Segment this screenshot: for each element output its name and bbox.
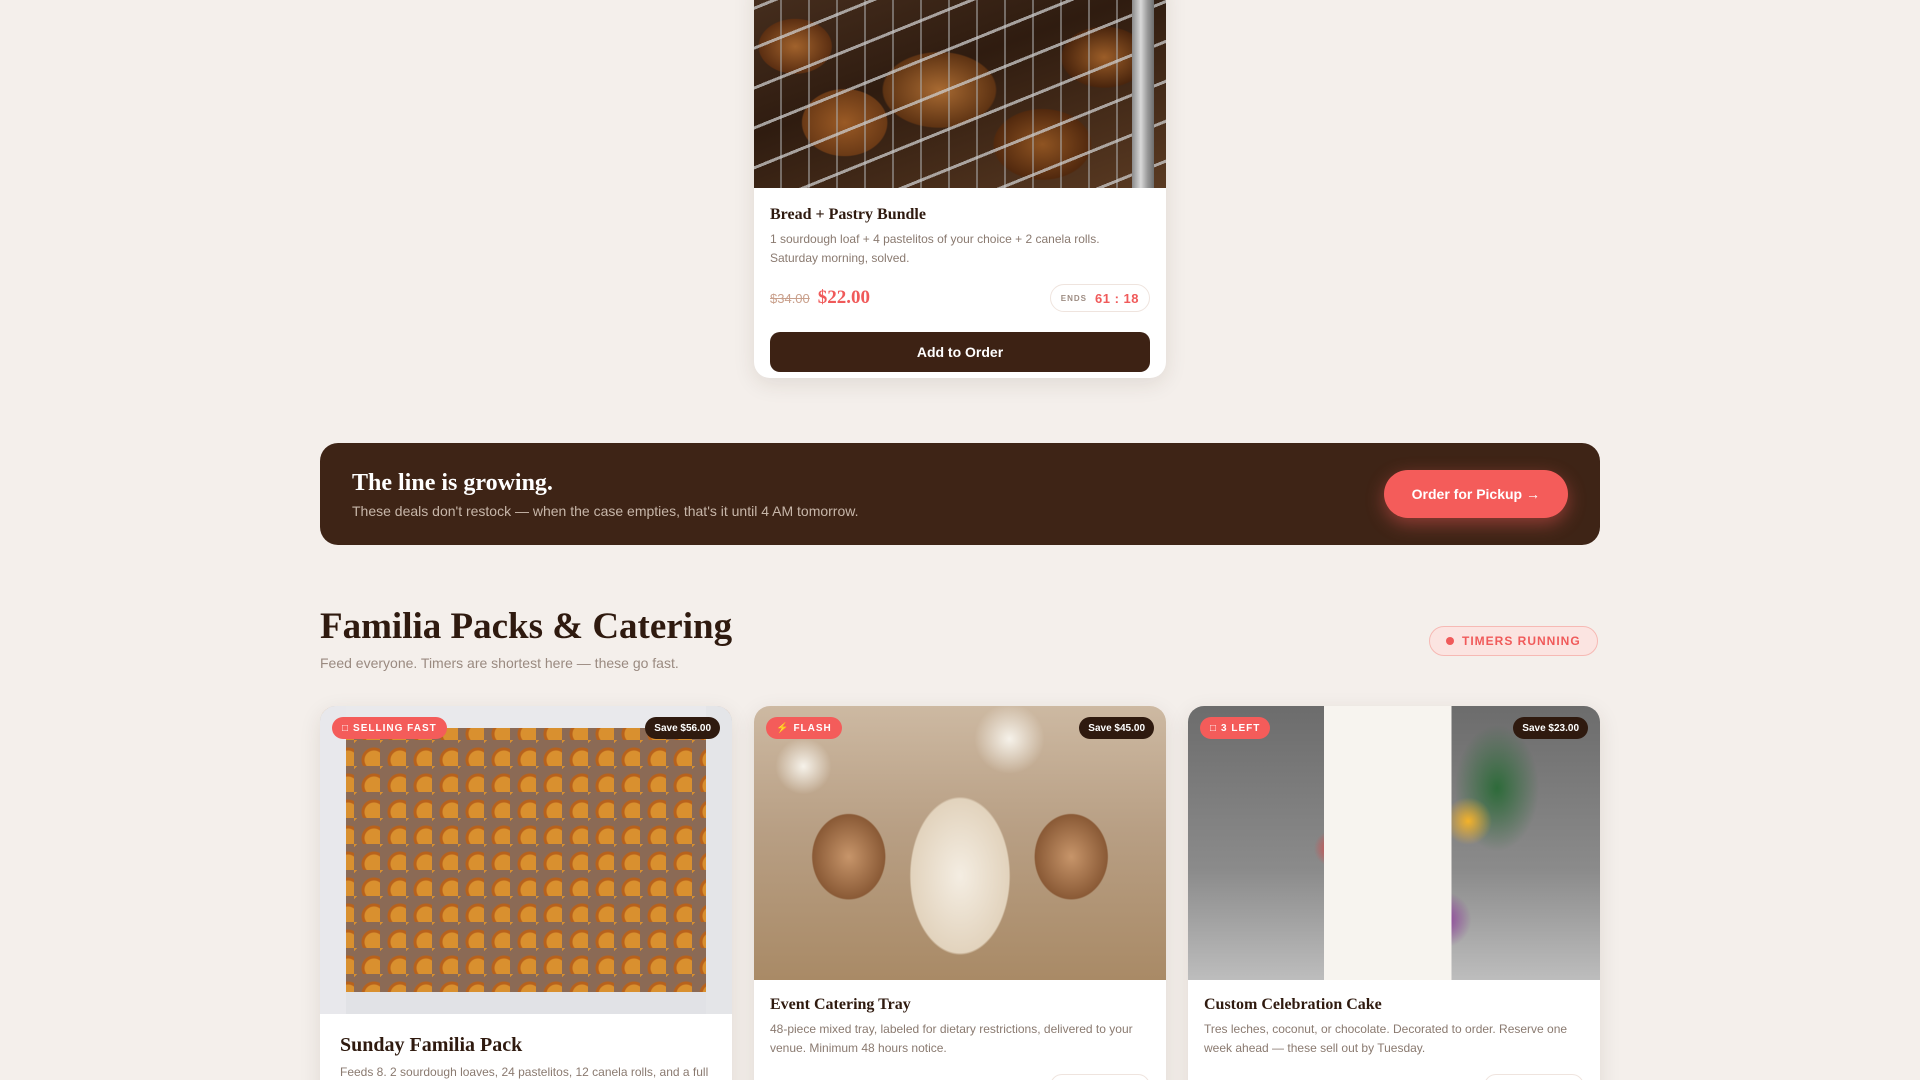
bundle-image xyxy=(754,0,1166,188)
flash-badge: ⚡ FLASH xyxy=(766,717,842,739)
bundle-old-price: $34.00 xyxy=(770,291,810,306)
bundle-title: Bread + Pastry Bundle xyxy=(770,206,926,223)
badge-icon: □ xyxy=(1210,722,1218,734)
urgency-banner: The line is growing. These deals don't r… xyxy=(320,443,1600,545)
timer-value: 61 : 18 xyxy=(1095,290,1139,306)
pack-card-event-catering[interactable]: ⚡ FLASH Save $45.00 Event Catering Tray … xyxy=(754,706,1166,1080)
section-subtitle: Feed everyone. Timers are shortest here … xyxy=(320,655,679,671)
pack-title: Sunday Familia Pack xyxy=(340,1034,523,1056)
bundle-new-price: $22.00 xyxy=(817,287,871,308)
save-badge: Save $23.00 xyxy=(1513,717,1588,739)
bundle-card: Bread + Pastry Bundle 1 sourdough loaf +… xyxy=(754,0,1166,378)
badge-label: FLASH xyxy=(793,722,832,734)
save-badge: Save $56.00 xyxy=(645,717,720,739)
banner-subtitle: These deals don't restock — when the cas… xyxy=(352,502,859,519)
pack-title: Custom Celebration Cake xyxy=(1204,996,1382,1013)
badge-label: 3 LEFT xyxy=(1221,722,1261,734)
timers-running-badge: TIMERS RUNNING xyxy=(1429,626,1598,656)
banner-title: The line is growing. xyxy=(352,469,553,496)
rack-pole xyxy=(1132,0,1154,188)
pack-description: Tres leches, coconut, or chocolate. Deco… xyxy=(1204,1022,1568,1055)
pack-description: 48-piece mixed tray, labeled for dietary… xyxy=(770,1022,1133,1055)
selling-fast-badge: □ SELLING FAST xyxy=(332,717,447,739)
pack-description: Feeds 8. 2 sourdough loaves, 24 pastelit… xyxy=(340,1065,709,1079)
stock-left-badge: □ 3 LEFT xyxy=(1200,717,1271,739)
bundle-description: 1 sourdough loaf + 4 pastelitos of your … xyxy=(770,232,1100,265)
badge-label: SELLING FAST xyxy=(353,722,437,734)
bundle-timer: ENDS 61 : 18 xyxy=(1049,284,1150,312)
pack-image: □ 3 LEFT Save $23.00 xyxy=(1188,706,1600,980)
timer-pill xyxy=(1484,1074,1584,1080)
status-dot-icon xyxy=(1446,637,1454,645)
pack-image: ⚡ FLASH Save $45.00 xyxy=(754,706,1166,980)
save-badge: Save $45.00 xyxy=(1079,717,1154,739)
pack-image: □ SELLING FAST Save $56.00 xyxy=(320,706,732,1014)
timers-running-label: TIMERS RUNNING xyxy=(1462,634,1581,648)
pack-card-celebration-cake[interactable]: □ 3 LEFT Save $23.00 Custom Celebration … xyxy=(1188,706,1600,1080)
timer-label: ENDS xyxy=(1060,293,1088,303)
order-for-pickup-button[interactable]: Order for Pickup → xyxy=(1383,470,1568,518)
pack-card-sunday-familia[interactable]: □ SELLING FAST Save $56.00 Sunday Famili… xyxy=(320,706,732,1080)
badge-icon: □ xyxy=(342,722,350,734)
lightning-icon: ⚡ xyxy=(776,722,790,734)
section-title: Familia Packs & Catering xyxy=(320,606,733,647)
add-to-order-button[interactable]: Add to Order xyxy=(770,332,1150,372)
timer-pill xyxy=(1050,1074,1150,1080)
pack-title: Event Catering Tray xyxy=(770,996,911,1013)
